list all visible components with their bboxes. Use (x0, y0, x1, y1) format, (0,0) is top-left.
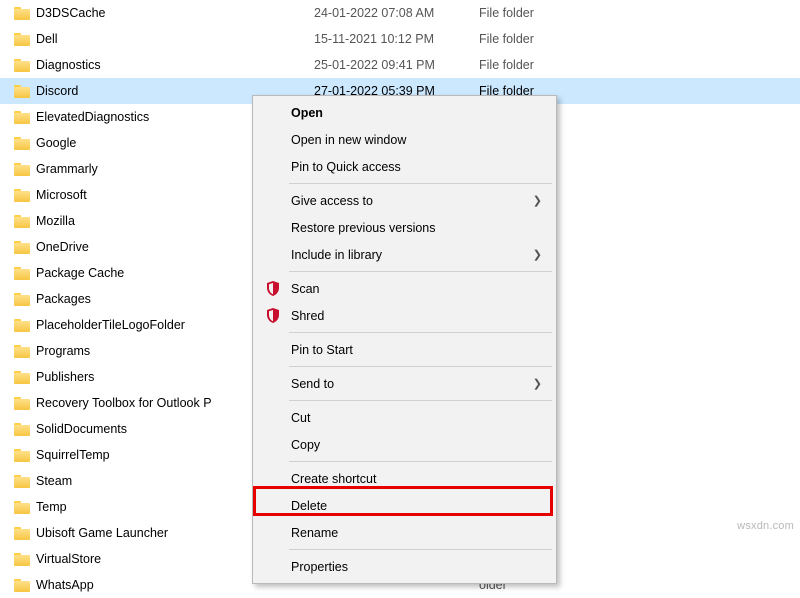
chevron-right-icon: ❯ (533, 194, 542, 207)
folder-icon (14, 345, 30, 358)
ctx-separator (289, 366, 552, 367)
file-name: Packages (36, 292, 91, 306)
ctx-pin-quick-access[interactable]: Pin to Quick access (255, 153, 554, 180)
file-name: Temp (36, 500, 67, 514)
file-name: Diagnostics (36, 58, 101, 72)
file-date: 25-01-2022 09:41 PM (314, 58, 479, 72)
ctx-item-label: Shred (291, 309, 324, 323)
folder-icon (14, 579, 30, 592)
folder-icon (14, 319, 30, 332)
folder-icon (14, 241, 30, 254)
ctx-item-label: Send to (291, 377, 334, 391)
file-name: ElevatedDiagnostics (36, 110, 149, 124)
ctx-send-to[interactable]: Send to ❯ (255, 370, 554, 397)
folder-icon (14, 293, 30, 306)
file-name: PlaceholderTileLogoFolder (36, 318, 185, 332)
ctx-restore-previous-versions[interactable]: Restore previous versions (255, 214, 554, 241)
context-menu: Open Open in new window Pin to Quick acc… (252, 95, 557, 584)
folder-icon (14, 449, 30, 462)
file-name: Mozilla (36, 214, 75, 228)
folder-icon (14, 215, 30, 228)
file-name: Grammarly (36, 162, 98, 176)
folder-icon (14, 527, 30, 540)
ctx-properties[interactable]: Properties (255, 553, 554, 580)
ctx-separator (289, 271, 552, 272)
file-type: File folder (479, 58, 599, 72)
file-row[interactable]: Diagnostics 25-01-2022 09:41 PMFile folde… (0, 52, 800, 78)
folder-icon (14, 7, 30, 20)
file-name: Publishers (36, 370, 94, 384)
folder-icon (14, 397, 30, 410)
ctx-separator (289, 461, 552, 462)
ctx-separator (289, 400, 552, 401)
file-row[interactable]: D3DSCache 24-01-2022 07:08 AMFile folder (0, 0, 800, 26)
folder-icon (14, 501, 30, 514)
folder-icon (14, 189, 30, 202)
ctx-rename[interactable]: Rename (255, 519, 554, 546)
chevron-right-icon: ❯ (533, 248, 542, 261)
file-name: Recovery Toolbox for Outlook P (36, 396, 212, 410)
ctx-include-in-library[interactable]: Include in library ❯ (255, 241, 554, 268)
ctx-cut[interactable]: Cut (255, 404, 554, 431)
file-type: File folder (479, 6, 599, 20)
file-row[interactable]: Dell 15-11-2021 10:12 PMFile folder (0, 26, 800, 52)
watermark-text: wsxdn.com (737, 520, 794, 532)
folder-icon (14, 163, 30, 176)
ctx-scan[interactable]: Scan (255, 275, 554, 302)
folder-icon (14, 111, 30, 124)
ctx-create-shortcut[interactable]: Create shortcut (255, 465, 554, 492)
ctx-item-label: Scan (291, 282, 320, 296)
folder-icon (14, 85, 30, 98)
ctx-shred[interactable]: Shred (255, 302, 554, 329)
folder-icon (14, 371, 30, 384)
file-name: Steam (36, 474, 72, 488)
folder-icon (14, 475, 30, 488)
ctx-open[interactable]: Open (255, 99, 554, 126)
ctx-delete[interactable]: Delete (255, 492, 554, 519)
file-date: 24-01-2022 07:08 AM (314, 6, 479, 20)
file-name: Ubisoft Game Launcher (36, 526, 168, 540)
mcafee-shield-icon (265, 308, 281, 324)
file-name: D3DSCache (36, 6, 105, 20)
file-name: SquirrelTemp (36, 448, 110, 462)
ctx-separator (289, 332, 552, 333)
file-name: OneDrive (36, 240, 89, 254)
ctx-give-access-to[interactable]: Give access to ❯ (255, 187, 554, 214)
ctx-item-label: Include in library (291, 248, 382, 262)
file-name: Dell (36, 32, 58, 46)
file-name: Package Cache (36, 266, 124, 280)
file-date: 15-11-2021 10:12 PM (314, 32, 479, 46)
folder-icon (14, 33, 30, 46)
file-name: Google (36, 136, 76, 150)
chevron-right-icon: ❯ (533, 377, 542, 390)
ctx-item-label: Give access to (291, 194, 373, 208)
file-name: WhatsApp (36, 578, 94, 592)
file-name: Programs (36, 344, 90, 358)
folder-icon (14, 59, 30, 72)
ctx-pin-to-start[interactable]: Pin to Start (255, 336, 554, 363)
folder-icon (14, 423, 30, 436)
file-name: Microsoft (36, 188, 87, 202)
ctx-separator (289, 183, 552, 184)
mcafee-shield-icon (265, 281, 281, 297)
folder-icon (14, 553, 30, 566)
ctx-separator (289, 549, 552, 550)
ctx-copy[interactable]: Copy (255, 431, 554, 458)
file-name: VirtualStore (36, 552, 101, 566)
file-type: File folder (479, 32, 599, 46)
file-name: SolidDocuments (36, 422, 127, 436)
folder-icon (14, 137, 30, 150)
file-name: Discord (36, 84, 78, 98)
ctx-open-new-window[interactable]: Open in new window (255, 126, 554, 153)
folder-icon (14, 267, 30, 280)
